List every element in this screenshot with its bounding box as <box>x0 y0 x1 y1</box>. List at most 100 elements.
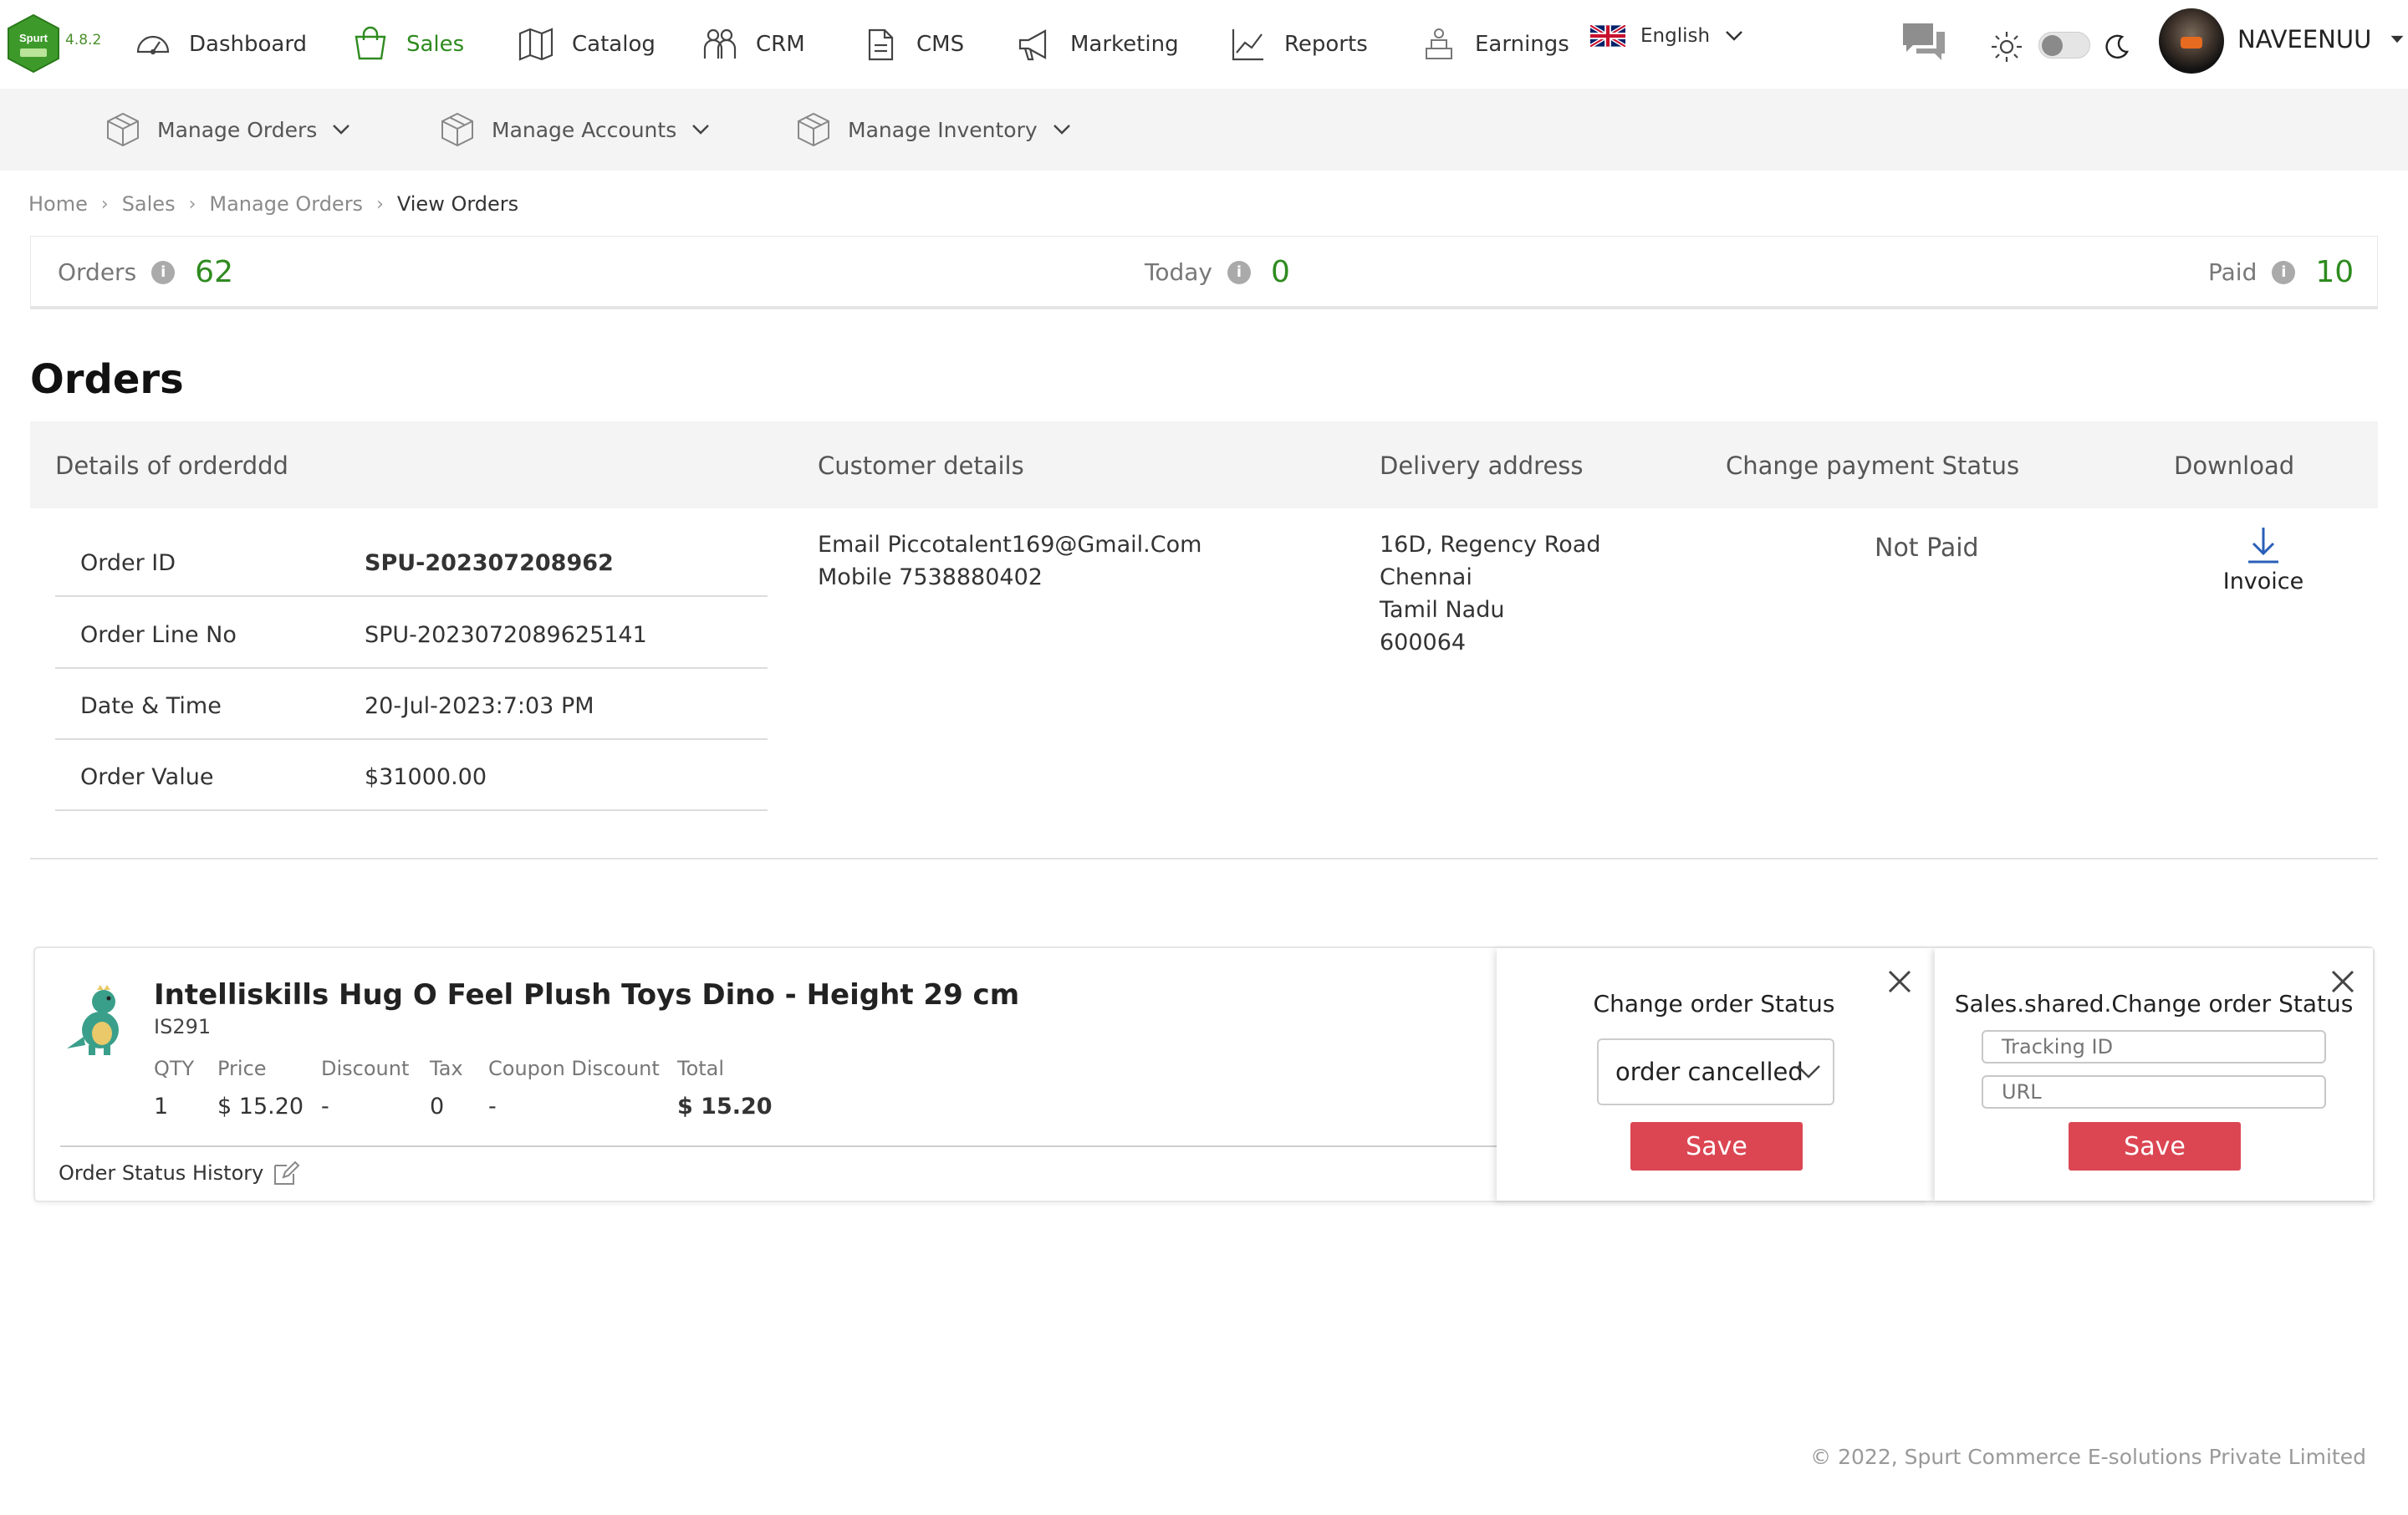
tracking-id-input[interactable] <box>1982 1030 2326 1064</box>
breadcrumb-home[interactable]: Home <box>28 192 88 216</box>
address-line: Tamil Nadu <box>1380 597 1505 623</box>
nav-earnings[interactable]: Earnings <box>1420 25 1569 64</box>
page-title: Orders <box>30 356 184 403</box>
breadcrumb-separator: › <box>376 193 384 215</box>
nav-catalog[interactable]: Catalog <box>517 25 656 64</box>
nav-crm[interactable]: CRM <box>701 25 805 64</box>
column-value: 0 <box>430 1094 445 1120</box>
column-header: Tax <box>430 1057 463 1080</box>
moon-icon[interactable] <box>2104 33 2130 60</box>
avatar[interactable] <box>2159 8 2224 74</box>
info-icon[interactable]: i <box>151 260 176 284</box>
product-sku: IS291 <box>154 1015 212 1038</box>
nav-cms-label: CMS <box>916 32 965 57</box>
subnav-manage-orders-label: Manage Orders <box>157 117 318 142</box>
save-tracking-button[interactable]: Save <box>2069 1122 2241 1171</box>
chevron-down-icon <box>1726 31 1742 41</box>
nav-dashboard-label: Dashboard <box>189 32 308 57</box>
earnings-icon <box>1426 28 1452 59</box>
invoice-download-button[interactable]: Invoice <box>2216 525 2311 594</box>
detail-row-order-line: Order Line No SPU-2023072089625141 <box>55 599 768 669</box>
product-qty: QTY 1 <box>154 1057 194 1120</box>
column-header: Coupon Discount <box>488 1057 660 1080</box>
detail-key: Date & Time <box>80 693 222 719</box>
detail-value: SPU-2023072089625141 <box>365 622 647 648</box>
product-name: Intelliskills Hug O Feel Plush Toys Dino… <box>154 978 1020 1012</box>
nav-dashboard[interactable]: Dashboard <box>134 25 307 64</box>
nav-cms[interactable]: CMS <box>861 25 964 64</box>
customer-mobile: Mobile 7538880402 <box>818 564 1043 590</box>
detail-row-date-time: Date & Time 20-Jul-2023:7:03 PM <box>55 670 768 740</box>
detail-row-order-id: Order ID SPU-202307208962 <box>55 527 768 597</box>
detail-key: Order Line No <box>80 622 237 648</box>
info-icon[interactable]: i <box>1227 260 1251 284</box>
chat-icon[interactable] <box>1900 18 1948 67</box>
column-header: Price <box>217 1057 267 1080</box>
divider <box>60 1145 1522 1147</box>
info-icon[interactable]: i <box>2272 260 2296 284</box>
header-order-details: Details of orderddd <box>55 451 288 480</box>
username-label: NAVEENUU <box>2237 25 2372 54</box>
detail-value: 20-Jul-2023:7:03 PM <box>365 693 594 719</box>
sun-icon[interactable] <box>1990 30 2023 64</box>
invoice-label: Invoice <box>2222 569 2304 594</box>
url-input[interactable] <box>1982 1075 2326 1109</box>
divider <box>30 858 2378 860</box>
map-icon <box>518 28 554 61</box>
column-value: $ 15.20 <box>677 1094 773 1120</box>
nav-marketing[interactable]: Marketing <box>1015 25 1179 64</box>
payment-status[interactable]: Not Paid <box>1875 533 1979 563</box>
detail-key: Order ID <box>80 550 176 576</box>
order-status-selected: order cancelled <box>1615 1058 1803 1086</box>
change-order-status-panel: Change order Status order cancelled Save <box>1497 948 1931 1201</box>
order-line-card: Intelliskills Hug O Feel Plush Toys Dino… <box>33 946 2375 1202</box>
subnav-manage-accounts[interactable]: Manage Accounts <box>438 109 710 150</box>
stat-orders: Orders i 62 <box>58 255 233 289</box>
column-value: - <box>321 1094 329 1120</box>
subnav-manage-orders[interactable]: Manage Orders <box>104 109 350 150</box>
language-selector[interactable]: English <box>1590 25 1743 47</box>
nav-marketing-label: Marketing <box>1070 32 1179 57</box>
breadcrumb-manage-orders[interactable]: Manage Orders <box>209 192 363 216</box>
toggle-knob <box>2042 35 2063 56</box>
breadcrumb-sales[interactable]: Sales <box>122 192 176 216</box>
nav-earnings-label: Earnings <box>1475 32 1569 57</box>
nav-sales[interactable]: Sales <box>351 25 464 64</box>
order-status-select[interactable]: order cancelled <box>1597 1038 1834 1105</box>
stat-paid-value: 10 <box>2315 255 2354 289</box>
save-status-button[interactable]: Save <box>1630 1122 1803 1171</box>
customer-details: Email Piccotalent169@Gmail.Com Mobile 75… <box>818 528 1201 594</box>
subnav-manage-inventory[interactable]: Manage Inventory <box>794 109 1071 150</box>
order-status-history-label: Order Status History <box>59 1161 264 1185</box>
address-line: 16D, Regency Road <box>1380 532 1601 558</box>
close-icon[interactable] <box>2328 967 2358 997</box>
column-header: Total <box>677 1057 725 1080</box>
product-image[interactable] <box>60 982 130 1057</box>
edit-icon[interactable] <box>272 1159 300 1187</box>
orders-table-header: Details of orderddd Customer details Del… <box>30 421 2378 508</box>
stat-paid: Paid i 10 <box>2208 255 2354 289</box>
footer-copyright: © 2022, Spurt Commerce E-solutions Priva… <box>1810 1445 2366 1469</box>
product-coupon-discount: Coupon Discount - <box>488 1057 660 1120</box>
chevron-down-icon <box>692 125 710 135</box>
product-tax: Tax 0 <box>430 1057 463 1120</box>
stat-paid-label: Paid <box>2208 258 2258 286</box>
nav-crm-label: CRM <box>756 32 805 57</box>
breadcrumb-view-orders: View Orders <box>396 192 519 216</box>
header-download: Download <box>2174 451 2295 480</box>
delivery-address: 16D, Regency Road Chennai Tamil Nadu 600… <box>1380 528 1601 659</box>
spurt-logo[interactable]: Spurt <box>7 13 60 74</box>
order-status-history[interactable]: Order Status History <box>59 1159 300 1187</box>
sub-navbar: Manage Orders Manage Accounts Manage Inv… <box>0 89 2408 171</box>
user-menu[interactable]: NAVEENUU <box>2237 25 2405 54</box>
order-stats-bar: Orders i 62 Today i 0 Paid i 10 <box>30 236 2378 309</box>
close-icon[interactable] <box>1885 967 1915 997</box>
theme-toggle[interactable] <box>2038 32 2090 59</box>
stat-today: Today i 0 <box>1145 255 1290 289</box>
gauge-icon <box>136 35 170 55</box>
header-payment-status: Change payment Status <box>1726 451 2020 480</box>
nav-reports[interactable]: Reports <box>1229 25 1368 64</box>
download-icon <box>2248 528 2278 564</box>
nav-catalog-label: Catalog <box>572 32 656 57</box>
chevron-down-icon <box>1053 125 1070 135</box>
